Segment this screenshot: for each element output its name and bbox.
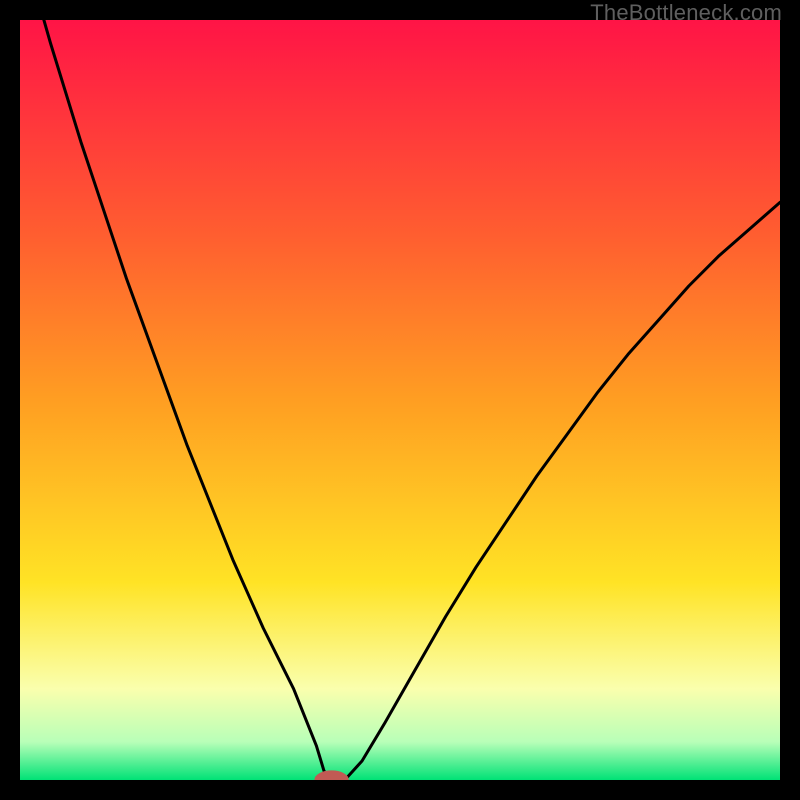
chart-frame: TheBottleneck.com: [0, 0, 800, 800]
gradient-background: [20, 20, 780, 780]
bottleneck-chart: [20, 20, 780, 780]
